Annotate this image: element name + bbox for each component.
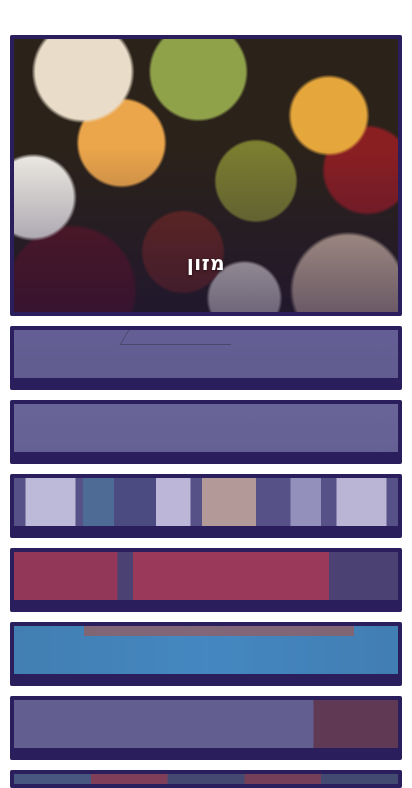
category-card[interactable] — [10, 326, 402, 390]
card-frame-bar — [14, 452, 398, 460]
card-frame-bar — [14, 674, 398, 682]
image-overlay — [14, 774, 398, 784]
category-card[interactable] — [10, 770, 402, 788]
card-frame-bar — [14, 378, 398, 386]
category-list: מזון — [0, 0, 412, 788]
category-card[interactable] — [10, 696, 402, 760]
card-frame-bar — [14, 748, 398, 756]
category-card[interactable] — [10, 622, 402, 686]
card-frame-bar — [14, 526, 398, 534]
category-card[interactable] — [10, 400, 402, 464]
category-card[interactable] — [10, 474, 402, 538]
category-card[interactable] — [10, 548, 402, 612]
category-title: מזון — [186, 251, 226, 275]
category-card-food[interactable]: מזון — [10, 35, 402, 316]
card-frame-bar — [14, 600, 398, 608]
